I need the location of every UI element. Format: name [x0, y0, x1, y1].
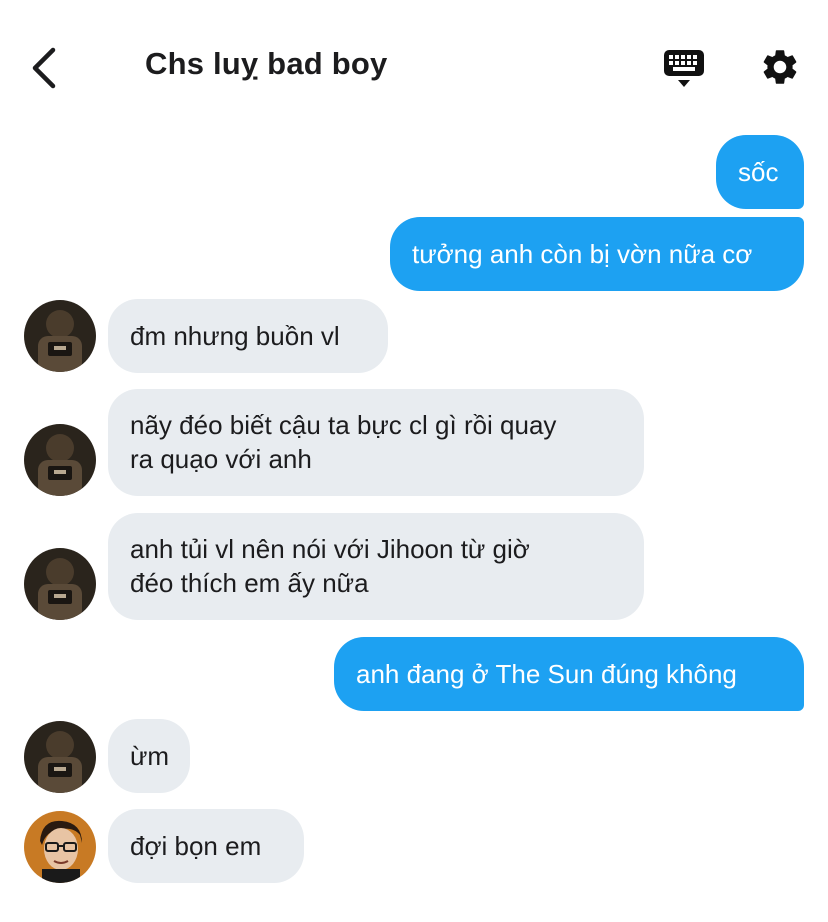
avatar[interactable] [24, 424, 96, 496]
message-bubble-outgoing[interactable]: sốc [716, 135, 804, 209]
keyboard-button[interactable] [660, 44, 708, 92]
message-text-line: anh tủi vl nên nói với Jihoon từ giờ [130, 534, 530, 564]
message-text-line: đéo thích em ấy nữa [130, 568, 369, 598]
dark-avatar-icon [24, 424, 96, 496]
message-text: ừm [130, 741, 170, 771]
avatar[interactable] [24, 548, 96, 620]
message-text: đm nhưng buồn vl [130, 321, 340, 351]
gear-icon [763, 50, 797, 84]
message-text: anh đang ở The Sun đúng không [356, 659, 737, 689]
avatar[interactable] [24, 300, 96, 372]
message-bubble-outgoing[interactable]: tưởng anh còn bị vờn nữa cơ [390, 217, 804, 291]
chat-title: Chs luỵ bad boy [145, 46, 388, 81]
message-bubble-incoming[interactable]: anh tủi vl nên nói với Jihoon từ giờ đéo… [108, 513, 644, 620]
message-bubble-outgoing[interactable]: anh đang ở The Sun đúng không [334, 637, 804, 711]
dark-avatar-icon [24, 300, 96, 372]
chevron-left-icon [32, 47, 56, 89]
message-bubble-incoming[interactable]: ừm [108, 719, 190, 793]
message-text-line: ra quạo với anh [130, 444, 312, 474]
message-text: tưởng anh còn bị vờn nữa cơ [412, 239, 753, 269]
settings-button[interactable] [756, 43, 804, 91]
message-text: sốc [738, 157, 779, 187]
dark-avatar-icon [24, 548, 96, 620]
message-text: đợi bọn em [130, 831, 262, 861]
message-bubble-incoming[interactable]: đợi bọn em [108, 809, 304, 883]
message-bubble-incoming[interactable]: nãy đéo biết cậu ta bực cl gì rồi quay r… [108, 389, 644, 496]
back-button[interactable] [22, 44, 66, 92]
keyboard-icon [664, 50, 704, 87]
glasses-avatar-icon [24, 811, 96, 883]
avatar[interactable] [24, 811, 96, 883]
avatar[interactable] [24, 721, 96, 793]
message-bubble-incoming[interactable]: đm nhưng buồn vl [108, 299, 388, 373]
dark-avatar-icon [24, 721, 96, 793]
chat-header: Chs luỵ bad boy [0, 0, 828, 120]
message-text-line: nãy đéo biết cậu ta bực cl gì rồi quay [130, 410, 557, 440]
